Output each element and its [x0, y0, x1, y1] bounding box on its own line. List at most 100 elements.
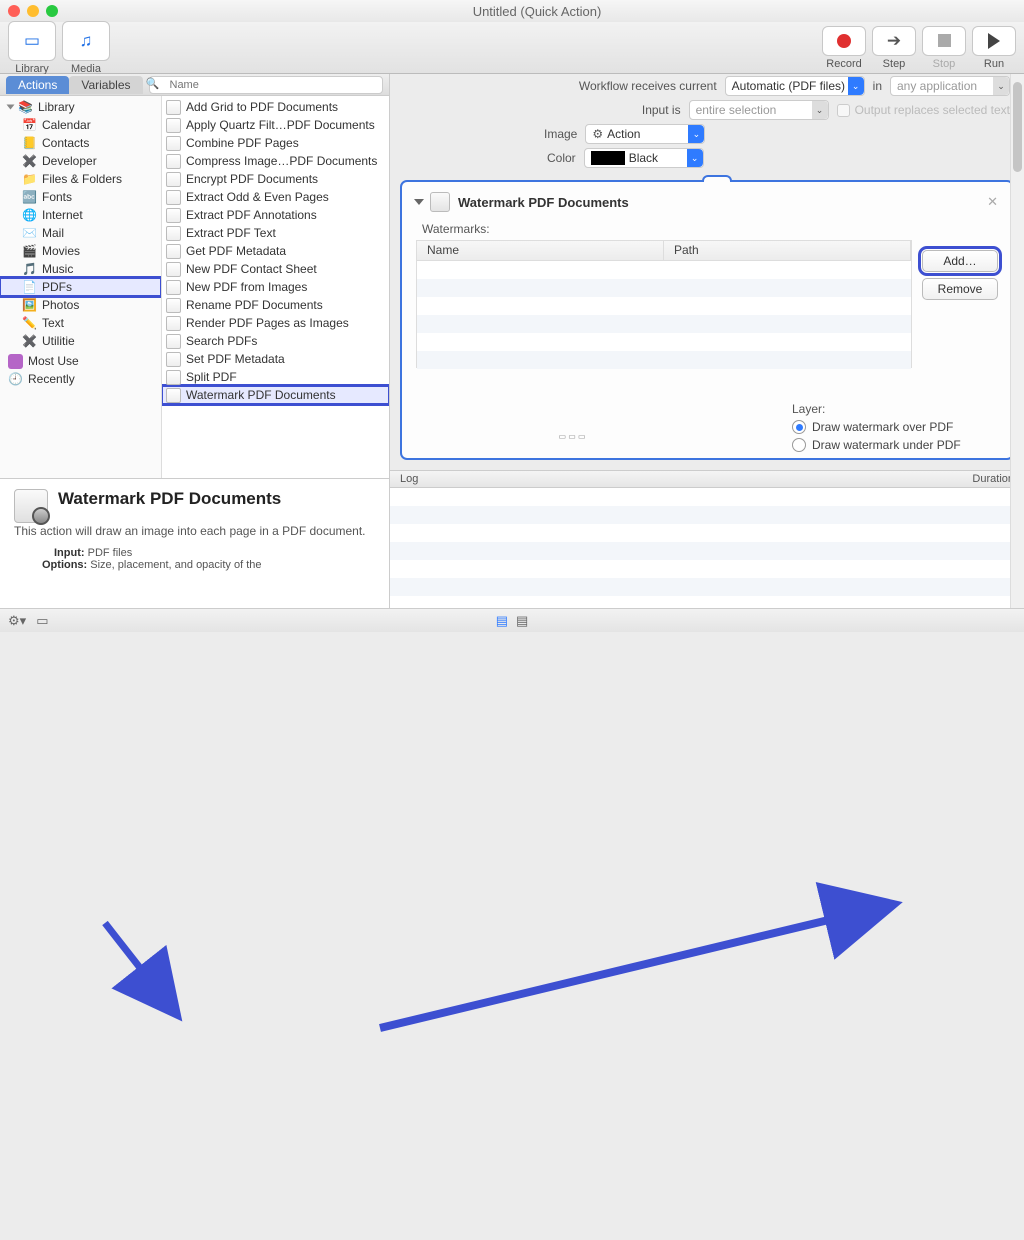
- run-button[interactable]: [972, 26, 1016, 56]
- action-item[interactable]: Apply Quartz Filt…PDF Documents: [162, 116, 389, 134]
- col-path: Path: [664, 241, 911, 260]
- close-action-button[interactable]: ✕: [987, 194, 998, 210]
- watermarks-table[interactable]: Name Path: [416, 240, 912, 368]
- action-item[interactable]: Add Grid to PDF Documents: [162, 98, 389, 116]
- category-item[interactable]: 🖼️Photos: [0, 296, 161, 314]
- category-item[interactable]: 🎵Music: [0, 260, 161, 278]
- category-item[interactable]: ✖️Utilitie: [0, 332, 161, 350]
- most-used[interactable]: Most Use: [0, 352, 161, 370]
- workflow-input-type-popup[interactable]: Automatic (PDF files)⌄: [725, 76, 865, 96]
- category-item[interactable]: 📅Calendar: [0, 116, 161, 134]
- category-list[interactable]: 📚Library 📅Calendar📒Contacts✖️Developer📁F…: [0, 96, 162, 478]
- disclosure-triangle[interactable]: [414, 199, 424, 205]
- record-icon: [837, 34, 851, 48]
- record-button[interactable]: [822, 26, 866, 56]
- step-button[interactable]: ➔: [872, 26, 916, 56]
- pdf-action-icon: [166, 100, 181, 115]
- view-list-button[interactable]: ▤: [516, 613, 528, 629]
- action-item[interactable]: Compress Image…PDF Documents: [162, 152, 389, 170]
- gear-menu[interactable]: ⚙︎▾: [8, 613, 26, 629]
- category-item[interactable]: 🔤Fonts: [0, 188, 161, 206]
- category-item[interactable]: 📒Contacts: [0, 134, 161, 152]
- category-icon: 🖼️: [22, 298, 37, 313]
- view-flow-button[interactable]: ▤: [496, 613, 508, 629]
- category-icon: 📅: [22, 118, 37, 133]
- zoom-window-button[interactable]: [46, 5, 58, 17]
- category-item[interactable]: ✏️Text: [0, 314, 161, 332]
- close-window-button[interactable]: [8, 5, 20, 17]
- action-item[interactable]: New PDF from Images: [162, 278, 389, 296]
- action-item[interactable]: Extract PDF Annotations: [162, 206, 389, 224]
- record-label: Record: [826, 58, 861, 70]
- action-item[interactable]: Split PDF: [162, 368, 389, 386]
- library-icon: 📚: [18, 100, 33, 115]
- category-item[interactable]: 🌐Internet: [0, 206, 161, 224]
- library-header[interactable]: 📚Library: [0, 98, 161, 116]
- application-popup[interactable]: any application⌄: [890, 76, 1010, 96]
- toolbar-media-label: Media: [71, 63, 101, 75]
- radio-over[interactable]: Draw watermark over PDF: [792, 420, 998, 434]
- action-item[interactable]: Extract PDF Text: [162, 224, 389, 242]
- input-is-popup[interactable]: entire selection⌄: [689, 100, 829, 120]
- category-icon: ✉️: [22, 226, 37, 241]
- category-item[interactable]: 📄PDFs: [0, 278, 161, 296]
- chevron-down-icon: ⌄: [993, 77, 1009, 95]
- toggle-description[interactable]: ▭: [36, 613, 48, 629]
- action-item[interactable]: Search PDFs: [162, 332, 389, 350]
- image-popup[interactable]: ⚙︎Action⌄: [585, 124, 705, 144]
- action-item[interactable]: Render PDF Pages as Images: [162, 314, 389, 332]
- category-item[interactable]: ✉️Mail: [0, 224, 161, 242]
- color-popup[interactable]: Black⌄: [584, 148, 704, 168]
- tab-actions[interactable]: Actions: [6, 76, 69, 94]
- action-item[interactable]: Get PDF Metadata: [162, 242, 389, 260]
- pdf-action-icon: [166, 172, 181, 187]
- window-title: Untitled (Quick Action): [58, 4, 1016, 19]
- pdf-action-icon: [166, 190, 181, 205]
- chevron-down-icon: ⌄: [687, 149, 703, 167]
- workflow-scrollbar[interactable]: [1010, 74, 1024, 608]
- pdf-action-icon: [166, 280, 181, 295]
- category-item[interactable]: 📁Files & Folders: [0, 170, 161, 188]
- library-pane: Actions Variables 📚Library 📅Calendar📒Con…: [0, 74, 390, 608]
- tab-variables[interactable]: Variables: [69, 76, 142, 94]
- action-item[interactable]: New PDF Contact Sheet: [162, 260, 389, 278]
- category-item[interactable]: ✖️Developer: [0, 152, 161, 170]
- category-icon: 📁: [22, 172, 37, 187]
- most-used-icon: [8, 354, 23, 369]
- category-icon: ✖️: [22, 154, 37, 169]
- pdf-action-icon: [166, 226, 181, 241]
- action-item[interactable]: Combine PDF Pages: [162, 134, 389, 152]
- category-icon: 🎵: [22, 262, 37, 277]
- category-icon: 🎬: [22, 244, 37, 259]
- pdf-action-icon: [166, 244, 181, 259]
- add-button[interactable]: Add…: [922, 250, 998, 272]
- action-item[interactable]: Rename PDF Documents: [162, 296, 389, 314]
- workflow-config: Workflow receives current Automatic (PDF…: [390, 74, 1024, 176]
- input-is-label: Input is: [642, 103, 681, 117]
- log-label: Log: [400, 473, 418, 485]
- layer-label: Layer:: [792, 402, 998, 416]
- stop-button[interactable]: [922, 26, 966, 56]
- action-item[interactable]: Set PDF Metadata: [162, 350, 389, 368]
- minimize-window-button[interactable]: [27, 5, 39, 17]
- output-replaces-checkbox[interactable]: Output replaces selected text: [837, 103, 1010, 117]
- watermark-preview: ▭ ▭ ▭: [472, 418, 672, 454]
- category-item[interactable]: 🎬Movies: [0, 242, 161, 260]
- action-item[interactable]: Encrypt PDF Documents: [162, 170, 389, 188]
- chevron-down-icon: ⌄: [688, 125, 704, 143]
- color-well: [591, 151, 625, 165]
- action-item[interactable]: Watermark PDF Documents: [162, 386, 389, 404]
- action-list[interactable]: Add Grid to PDF DocumentsApply Quartz Fi…: [162, 96, 389, 478]
- radio-under[interactable]: Draw watermark under PDF: [792, 438, 998, 452]
- toolbar-media[interactable]: ♫ Media: [62, 21, 110, 75]
- category-icon: ✏️: [22, 316, 37, 331]
- remove-button[interactable]: Remove: [922, 278, 998, 300]
- action-item[interactable]: Extract Odd & Even Pages: [162, 188, 389, 206]
- category-icon: ✖️: [22, 334, 37, 349]
- recently-added[interactable]: 🕘Recently: [0, 370, 161, 388]
- toolbar-library[interactable]: ▭ Library: [8, 21, 56, 75]
- pdf-action-icon: [166, 262, 181, 277]
- search-input[interactable]: [149, 76, 384, 94]
- chevron-down-icon: ⌄: [848, 77, 864, 95]
- scrollbar-thumb[interactable]: [1013, 82, 1022, 172]
